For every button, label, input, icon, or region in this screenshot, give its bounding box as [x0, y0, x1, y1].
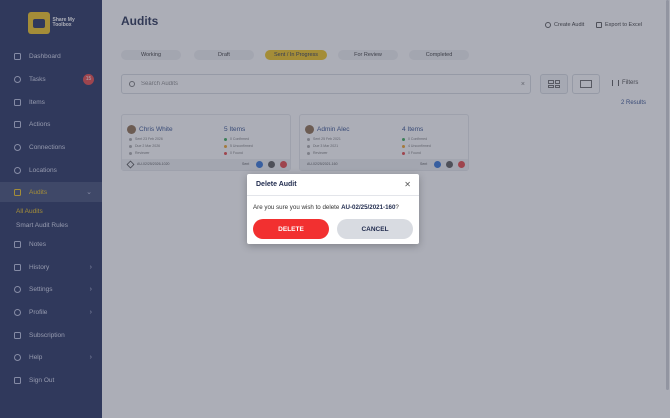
message-prefix: Are you sure you wish to delete: [253, 204, 342, 211]
message-suffix: ?: [395, 204, 399, 211]
close-icon[interactable]: ✕: [404, 180, 411, 189]
message-audit-id: AU-02/25/2021-160: [341, 204, 396, 211]
dialog-message: Are you sure you wish to delete AU-02/25…: [253, 204, 399, 211]
delete-audit-dialog: Delete Audit ✕ Are you sure you wish to …: [247, 174, 419, 244]
cancel-button[interactable]: CANCEL: [337, 219, 413, 239]
delete-button[interactable]: DELETE: [253, 219, 329, 239]
dialog-title: Delete Audit: [256, 181, 297, 188]
divider: [247, 195, 419, 196]
